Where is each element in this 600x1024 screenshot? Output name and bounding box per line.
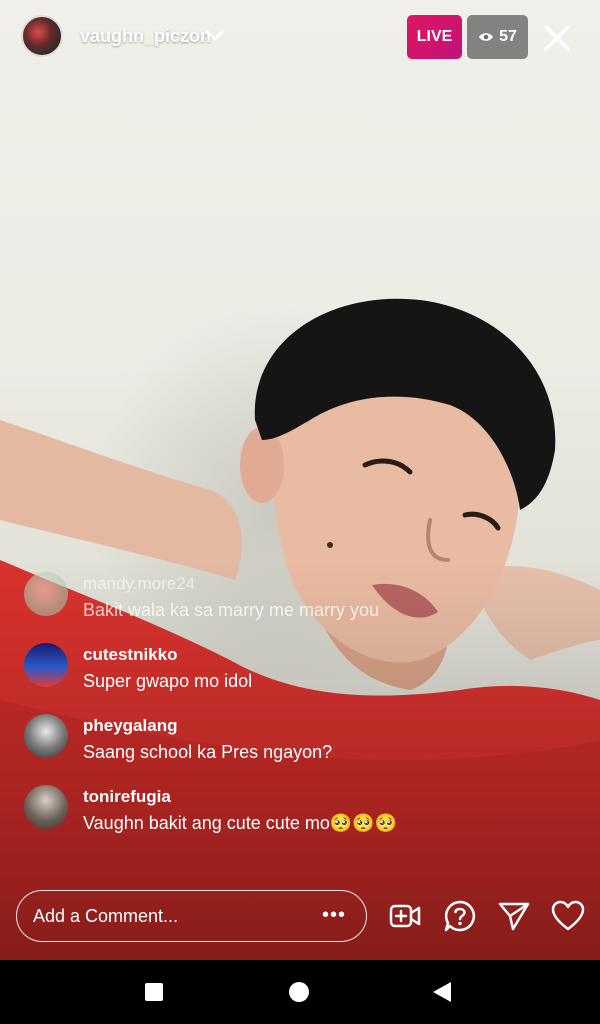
send-icon[interactable] — [497, 899, 531, 933]
commenter-username[interactable]: cutestnikko — [83, 645, 177, 665]
comment-item: tonirefugia Vaughn bakit ang cute cute m… — [24, 783, 584, 843]
home-button[interactable] — [269, 960, 329, 1024]
add-video-icon[interactable] — [388, 899, 422, 933]
more-options-icon[interactable]: ••• — [322, 904, 346, 927]
comment-text: Saang school ka Pres ngayon? — [83, 742, 333, 762]
broadcaster-username[interactable]: vaughn_piczon — [80, 26, 211, 47]
system-navigation-bar — [0, 960, 600, 1024]
recents-square-icon — [145, 983, 163, 1001]
commenter-avatar[interactable] — [24, 572, 68, 616]
viewer-count-badge[interactable]: 57 — [467, 15, 528, 59]
add-comment-input[interactable]: Add a Comment... ••• — [16, 890, 367, 942]
top-bar: vaughn_piczon LIVE 57 — [0, 0, 600, 80]
commenter-username[interactable]: mandy.more24 — [83, 574, 195, 594]
broadcaster-avatar[interactable] — [21, 15, 63, 57]
comment-placeholder: Add a Comment... — [33, 906, 179, 926]
comment-item: pheygalang Saang school ka Pres ngayon? — [24, 712, 584, 772]
commenter-username[interactable]: tonirefugia — [83, 787, 171, 807]
viewer-count: 57 — [499, 28, 517, 45]
commenter-avatar[interactable] — [24, 643, 68, 687]
comment-item: cutestnikko Super gwapo mo idol — [24, 641, 584, 701]
home-circle-icon — [289, 982, 309, 1002]
live-label: LIVE — [416, 28, 453, 45]
commenter-avatar[interactable] — [24, 714, 68, 758]
chevron-down-icon[interactable] — [205, 28, 225, 42]
comment-text: Bakit wala ka sa marry me marry you — [83, 600, 380, 620]
back-button[interactable] — [412, 960, 472, 1024]
comment-item: mandy.more24 Bakit wala ka sa marry me m… — [24, 570, 584, 630]
commenter-username[interactable]: pheygalang — [83, 716, 177, 736]
comment-text: Vaughn bakit ang cute cute mo🥺🥺🥺 — [83, 813, 398, 833]
commenter-avatar[interactable] — [24, 785, 68, 829]
eye-icon — [479, 33, 494, 41]
heart-icon[interactable] — [551, 899, 585, 933]
question-icon[interactable] — [443, 899, 477, 933]
comment-text: Super gwapo mo idol — [83, 671, 253, 691]
recents-button[interactable] — [124, 960, 184, 1024]
live-badge: LIVE — [407, 15, 462, 59]
close-icon[interactable] — [541, 22, 573, 54]
back-triangle-icon — [433, 982, 451, 1002]
